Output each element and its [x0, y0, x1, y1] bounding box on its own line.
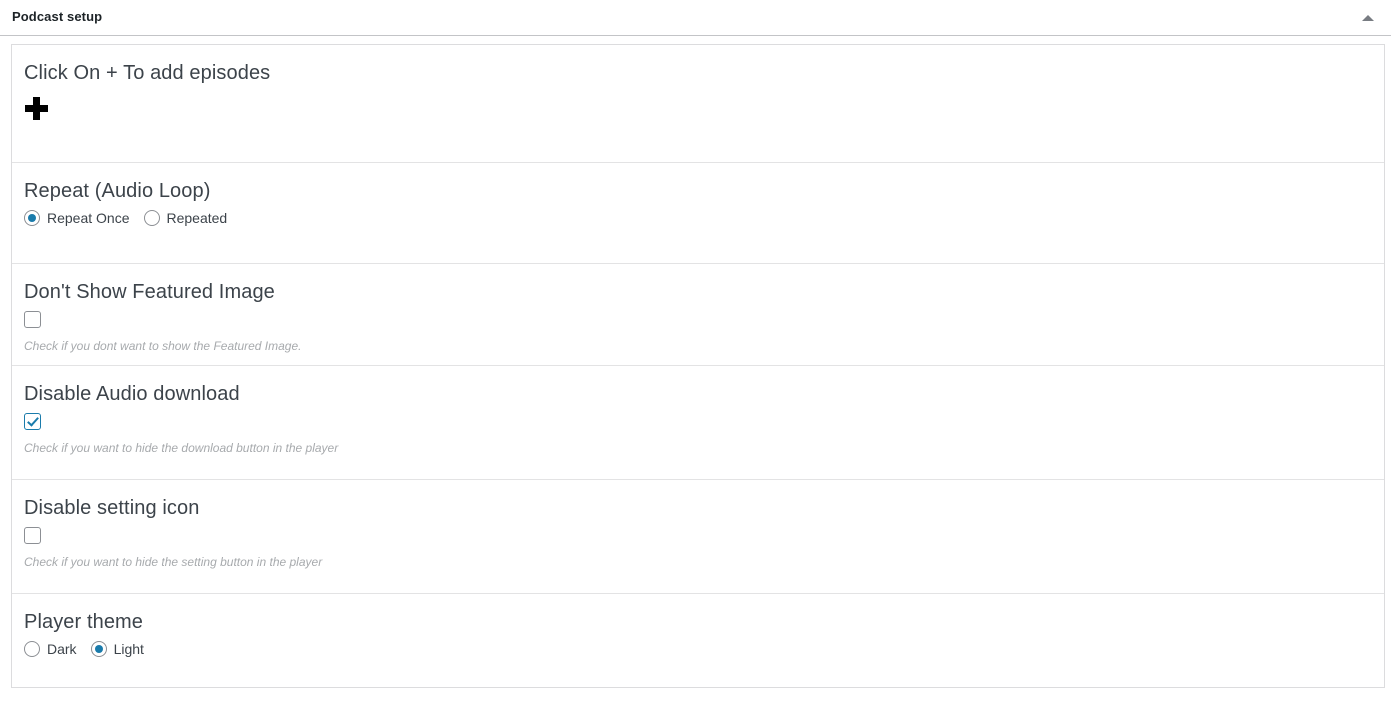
checkbox-wrap-audio-download [24, 413, 1372, 435]
radio-label-repeat-once: Repeat Once [47, 210, 130, 226]
radio-input-repeated[interactable] [143, 210, 160, 226]
section-title-setting-icon: Disable setting icon [24, 497, 200, 519]
plus-icon[interactable] [24, 96, 50, 122]
radio-label-light: Light [113, 641, 144, 657]
section-description-featured-image: Check if you dont want to show the Featu… [24, 339, 302, 353]
radio-label-repeated: Repeated [166, 210, 228, 226]
caret-up-icon [1362, 15, 1374, 21]
radio-option-dark[interactable]: Dark [24, 641, 77, 657]
section-title-featured-image: Don't Show Featured Image [24, 281, 275, 303]
checkbox-wrap-featured-image [24, 311, 1372, 333]
section-title-episodes: Click On + To add episodes [24, 62, 271, 84]
repeat-radio-group: Repeat Once Repeated [24, 210, 1372, 226]
checkbox-wrap-setting-icon [24, 527, 1372, 549]
section-title-audio-download: Disable Audio download [24, 383, 240, 405]
checkbox-featured-image[interactable] [24, 311, 41, 328]
section-setting-icon: Disable setting icon Check if you want t… [12, 480, 1384, 594]
section-description-audio-download: Check if you want to hide the download b… [24, 441, 339, 455]
radio-input-dark[interactable] [24, 641, 40, 657]
section-repeat: Repeat (Audio Loop) Repeat Once Repeated [12, 163, 1384, 264]
section-featured-image: Don't Show Featured Image Check if you d… [12, 264, 1384, 366]
section-audio-download: Disable Audio download Check if you want… [12, 366, 1384, 480]
section-description-setting-icon: Check if you want to hide the setting bu… [24, 555, 323, 569]
checkbox-setting-icon[interactable] [24, 527, 41, 544]
radio-label-dark: Dark [47, 641, 77, 657]
metabox-header: Podcast setup [0, 0, 1391, 36]
section-title-player-theme: Player theme [24, 611, 144, 633]
radio-option-repeated[interactable]: Repeated [143, 210, 228, 226]
podcast-setup-panel: Click On + To add episodes Repeat (Audio… [11, 44, 1385, 688]
player-theme-radio-group: Dark Light [24, 641, 1372, 657]
section-episodes: Click On + To add episodes [12, 45, 1384, 163]
radio-option-repeat-once[interactable]: Repeat Once [24, 210, 130, 226]
radio-option-light[interactable]: Light [90, 641, 144, 657]
radio-input-repeat-once[interactable] [24, 210, 40, 226]
section-title-repeat: Repeat (Audio Loop) [24, 180, 211, 202]
radio-input-light[interactable] [90, 641, 107, 657]
section-player-theme: Player theme Dark Light [12, 594, 1384, 687]
page-title: Podcast setup [12, 9, 103, 25]
checkbox-audio-download[interactable] [24, 413, 41, 430]
toggle-panel-button[interactable] [1353, 0, 1383, 36]
